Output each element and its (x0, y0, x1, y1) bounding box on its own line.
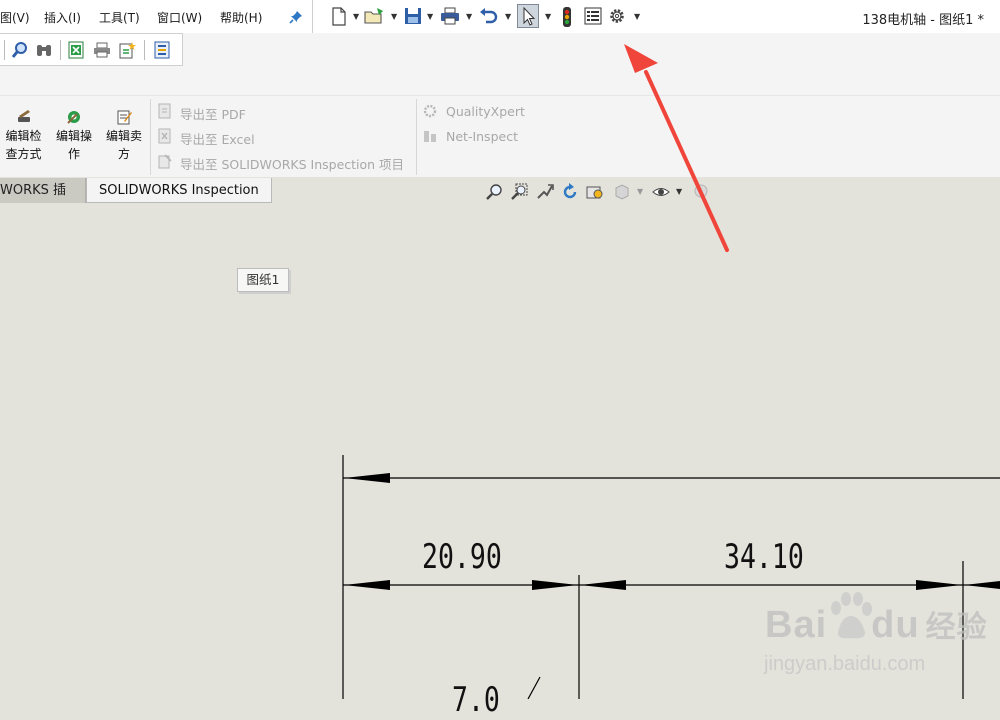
paw-icon (831, 592, 872, 639)
watermark-brand: Bai (765, 604, 828, 646)
watermark-brand-suffix: du (871, 604, 920, 646)
watermark-url: jingyan.baidu.com (764, 653, 926, 675)
watermark-logo: Bai du 经验 (765, 602, 988, 647)
watermark-service: 经验 (925, 611, 988, 644)
